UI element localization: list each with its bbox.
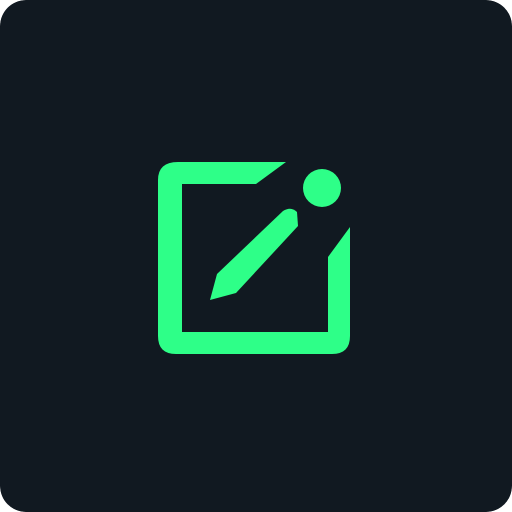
edit-note-icon <box>0 0 512 512</box>
app-icon <box>0 0 512 512</box>
dot-icon <box>303 169 341 207</box>
